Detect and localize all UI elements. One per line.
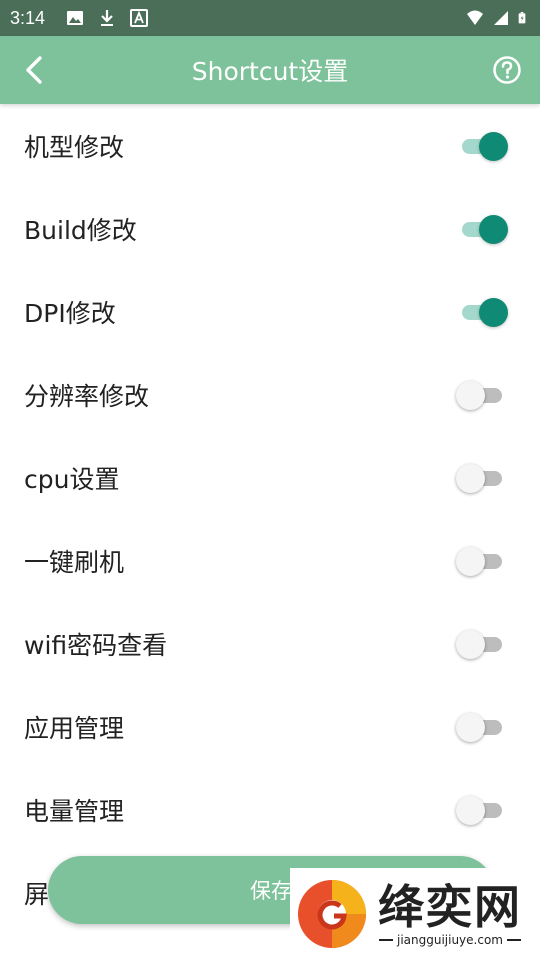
setting-toggle-switch[interactable] (456, 628, 512, 660)
setting-label: Build修改 (24, 215, 137, 245)
wifi-icon (467, 10, 483, 25)
toggle-thumb (479, 214, 508, 244)
setting-toggle-switch[interactable] (456, 462, 512, 494)
toggle-thumb (479, 131, 508, 161)
setting-label: 屏 (24, 879, 50, 909)
toggle-thumb (456, 712, 485, 742)
signal-icon (494, 11, 508, 25)
toggle-thumb (479, 297, 508, 327)
setting-toggle-switch[interactable] (456, 213, 512, 245)
watermark-brand: 绛奕网 (378, 880, 522, 934)
settings-list: 机型修改 Build修改 DPI修改分辨率修改 cpu设置一键刷机 wifi密码查看 应用… (0, 104, 540, 934)
save-button-label: 保存 (250, 879, 292, 903)
watermark-logo-icon (298, 880, 366, 948)
status-bar: 3:14 (0, 0, 540, 36)
setting-label: 分辨率修改 (24, 381, 150, 411)
font-icon (130, 9, 148, 27)
setting-row[interactable]: wifi密码查看 (0, 602, 540, 685)
setting-label: 应用管理 (24, 713, 125, 743)
image-icon (67, 11, 83, 25)
setting-row[interactable]: 分辨率修改 (0, 353, 540, 436)
toggle-thumb (456, 629, 485, 659)
setting-toggle-switch[interactable] (456, 379, 512, 411)
setting-label: DPI修改 (24, 298, 116, 328)
battery-icon (518, 12, 526, 24)
setting-row[interactable]: Build修改 (0, 187, 540, 270)
setting-label: 电量管理 (24, 796, 125, 826)
setting-toggle-switch[interactable] (456, 545, 512, 577)
setting-label: wifi密码查看 (24, 630, 168, 660)
watermark: 绛奕网 jiangguijiuye.com (290, 868, 540, 960)
setting-row[interactable]: 电量管理 (0, 768, 540, 851)
app-bar: Shortcut设置 (0, 36, 540, 104)
setting-toggle-switch[interactable] (456, 711, 512, 743)
toggle-thumb (456, 463, 485, 493)
setting-toggle-switch[interactable] (456, 794, 512, 826)
setting-row[interactable]: 机型修改 (0, 104, 540, 187)
setting-row[interactable]: cpu设置 (0, 436, 540, 519)
setting-label: cpu设置 (24, 464, 120, 494)
setting-row[interactable]: 应用管理 (0, 685, 540, 768)
page-title: Shortcut设置 (191, 57, 349, 86)
setting-label: 一键刷机 (24, 547, 125, 577)
toggle-thumb (456, 795, 485, 825)
help-icon[interactable] (492, 55, 522, 85)
status-notification-icons (66, 9, 148, 27)
status-system-icons (466, 9, 530, 27)
setting-row[interactable]: DPI修改 (0, 270, 540, 353)
toggle-thumb (456, 380, 485, 410)
setting-toggle-switch[interactable] (456, 130, 512, 162)
watermark-url: jiangguijiuye.com (396, 933, 503, 947)
setting-row[interactable]: 一键刷机 (0, 519, 540, 602)
toggle-thumb (456, 546, 485, 576)
download-icon (101, 10, 113, 26)
watermark-url-line: jiangguijiuye.com (378, 933, 521, 947)
setting-toggle-switch[interactable] (456, 296, 512, 328)
back-arrow-icon[interactable] (18, 53, 52, 87)
status-time: 3:14 (10, 7, 46, 28)
setting-label: 机型修改 (24, 132, 125, 162)
